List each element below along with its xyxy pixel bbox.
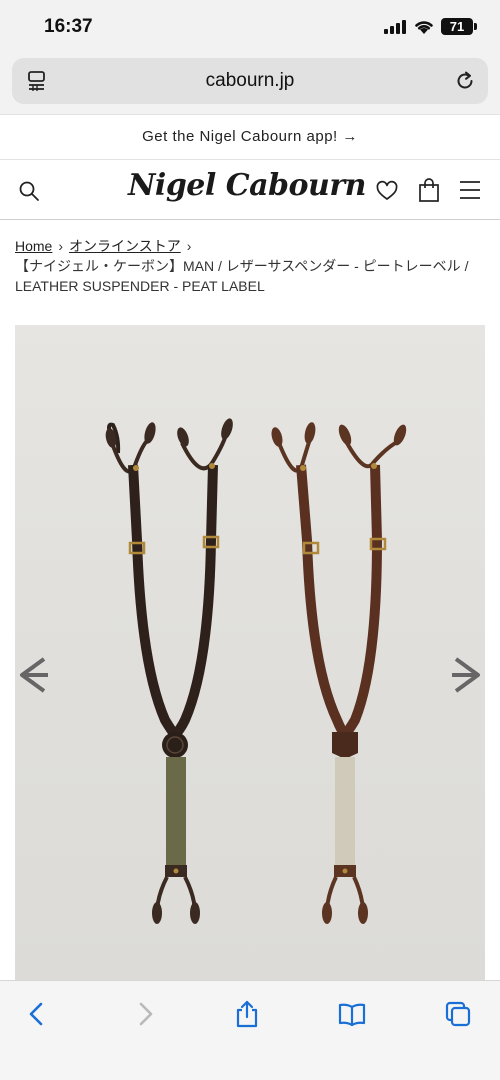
dark-suspender — [105, 418, 233, 924]
reload-icon[interactable] — [454, 70, 476, 92]
breadcrumb: Home › オンラインストア › 【ナイジェル・ケーボン】MAN / レザーサスペンダ… — [15, 236, 490, 296]
search-icon[interactable] — [18, 180, 40, 202]
url-text[interactable]: cabourn.jp — [12, 70, 488, 92]
browser-toolbar — [0, 980, 500, 1080]
breadcrumb-separator: › — [186, 238, 192, 254]
tabs-icon[interactable] — [443, 999, 473, 1029]
wifi-icon — [415, 21, 433, 34]
address-bar-area: cabourn.jp — [0, 56, 500, 114]
heart-icon[interactable] — [375, 179, 399, 203]
app-banner-text[interactable]: Get the Nigel Cabourn app! → — [0, 128, 500, 145]
address-bar[interactable]: cabourn.jp — [12, 58, 488, 104]
chevron-left-icon[interactable] — [22, 999, 52, 1029]
site-header: Nigel Cabourn — [0, 160, 500, 220]
battery-icon: 71 — [441, 18, 473, 35]
status-time: 16:37 — [44, 16, 93, 37]
product-image[interactable] — [15, 325, 485, 980]
breadcrumb-home-link[interactable]: Home — [15, 238, 52, 254]
cellular-signal-icon — [384, 20, 406, 34]
share-icon[interactable] — [232, 999, 262, 1029]
chevron-right-icon[interactable] — [130, 999, 160, 1029]
arrow-left-icon[interactable] — [16, 655, 50, 695]
hamburger-menu-icon[interactable] — [459, 180, 481, 200]
shopping-bag-icon[interactable] — [417, 177, 441, 203]
breadcrumb-store-link[interactable]: オンラインストア — [69, 238, 181, 254]
site-logo[interactable]: Nigel Cabourn — [128, 168, 366, 203]
suspenders-illustration — [105, 418, 407, 924]
arrow-right-icon[interactable] — [450, 655, 484, 695]
battery-tip — [474, 23, 477, 30]
breadcrumb-current: 【ナイジェル・ケーボン】MAN / レザーサスペンダー - ピートレーベル / … — [15, 258, 469, 294]
app-banner[interactable]: Get the Nigel Cabourn app! → — [0, 114, 500, 160]
book-icon[interactable] — [337, 999, 367, 1029]
brown-suspender — [271, 422, 407, 924]
breadcrumb-separator: › — [58, 238, 64, 254]
status-bar: 16:37 71 — [0, 0, 500, 56]
